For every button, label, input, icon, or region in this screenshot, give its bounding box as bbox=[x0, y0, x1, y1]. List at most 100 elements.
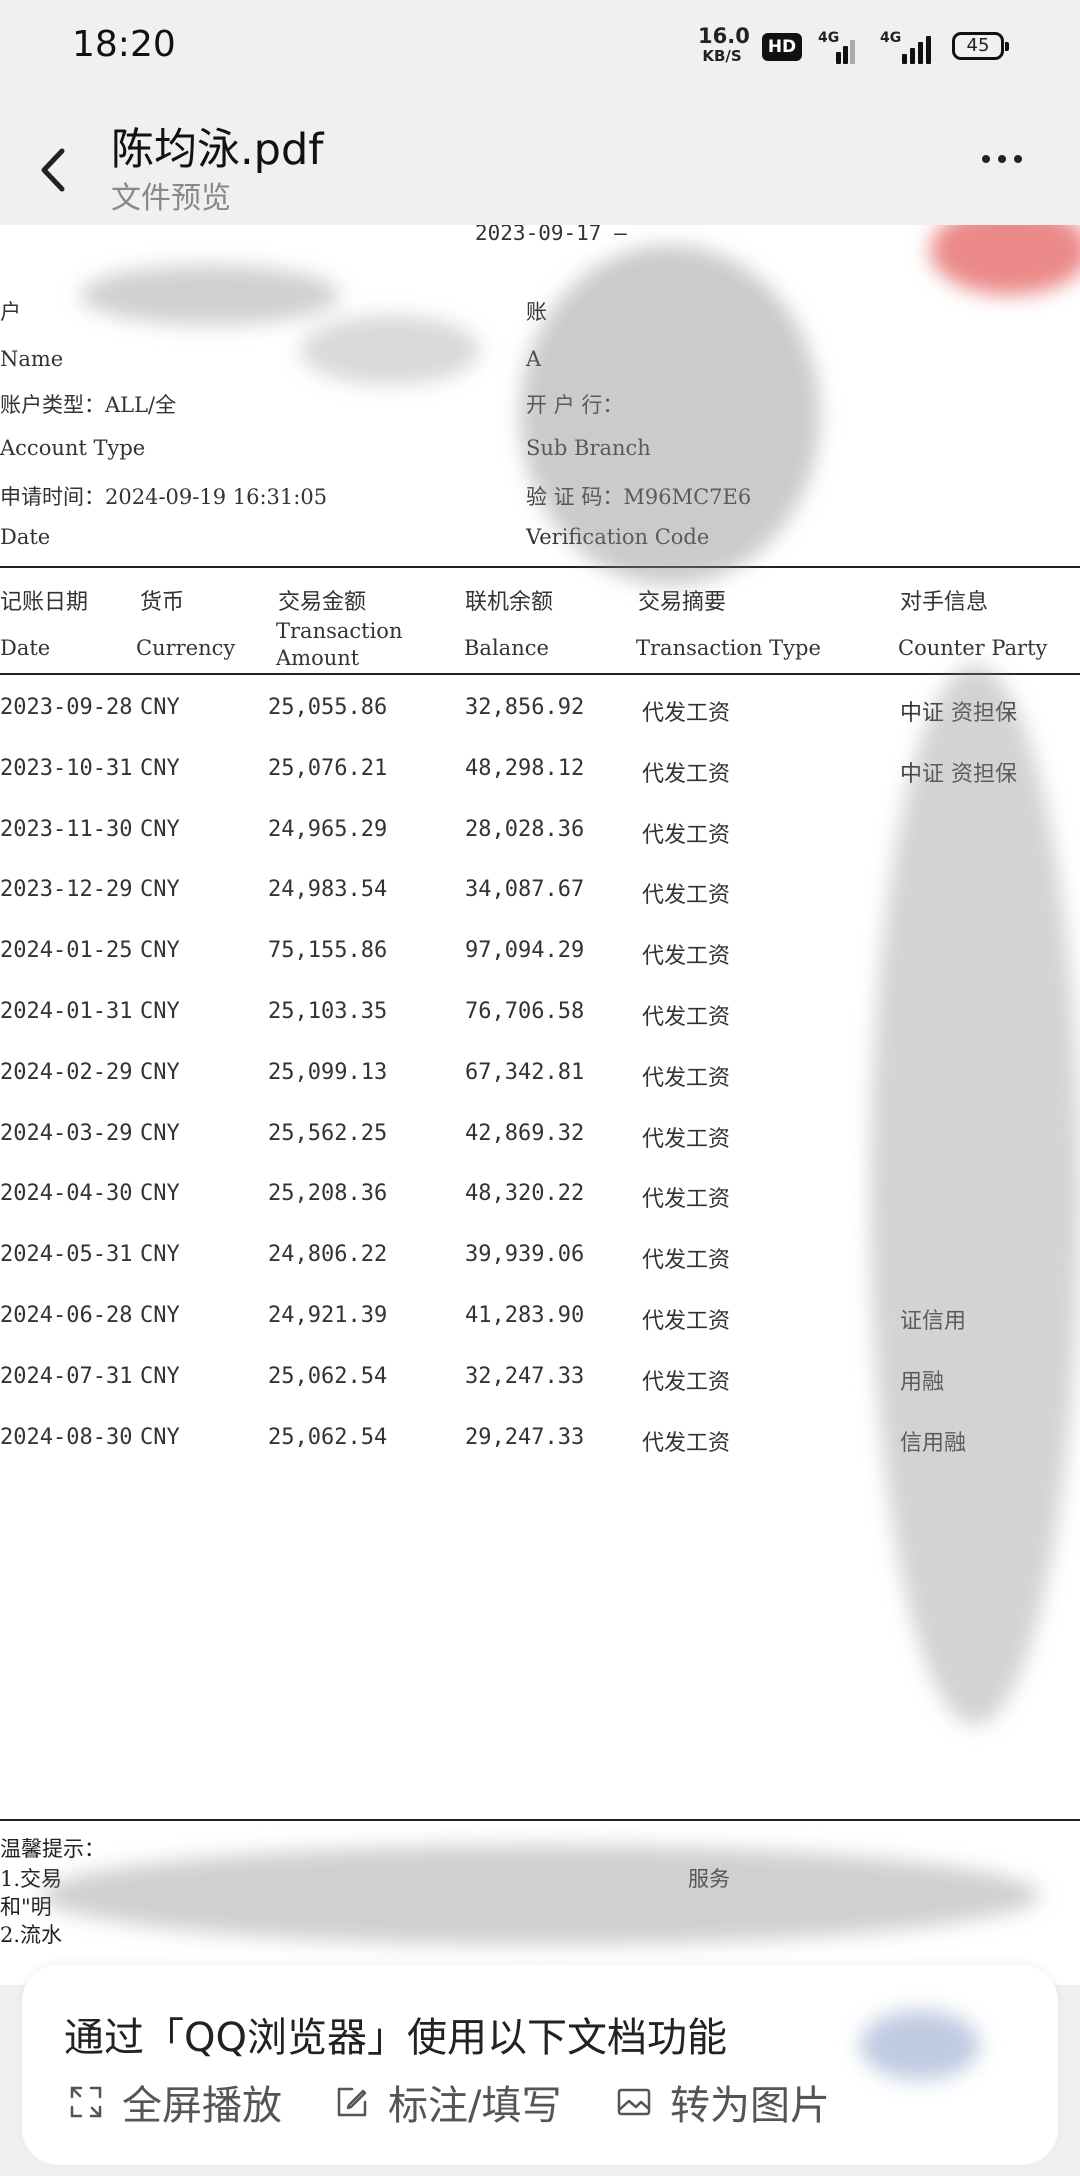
cell-type: 代发工资 bbox=[642, 944, 731, 970]
col-type-cn: 交易摘要 bbox=[638, 590, 727, 615]
fullscreen-play-label: 全屏播放 bbox=[122, 2083, 282, 2129]
cell-amount: 25,076.21 bbox=[268, 755, 388, 781]
file-subtitle: 文件预览 bbox=[111, 181, 231, 216]
cell-amount: 25,562.25 bbox=[268, 1120, 388, 1146]
edit-icon bbox=[334, 2084, 370, 2120]
redaction-smudge bbox=[40, 1845, 1040, 1945]
cell-balance: 41,283.90 bbox=[465, 1303, 585, 1328]
chevron-left-icon bbox=[41, 148, 65, 192]
cell-currency: CNY bbox=[140, 1120, 180, 1146]
cell-amount: 24,806.22 bbox=[268, 1242, 388, 1268]
redaction-smudge bbox=[520, 245, 820, 585]
cell-type: 代发工资 bbox=[642, 883, 731, 909]
cell-currency: CNY bbox=[140, 999, 180, 1024]
cell-balance: 48,298.12 bbox=[465, 755, 585, 781]
col-amount-en: Transaction Amount bbox=[276, 619, 403, 670]
cell-amount: 75,155.86 bbox=[268, 938, 388, 964]
network-speed-value: 16.0 bbox=[698, 24, 750, 48]
col-balance-en: Balance bbox=[464, 636, 549, 660]
status-time: 18:20 bbox=[72, 24, 176, 65]
cell-balance: 42,869.32 bbox=[465, 1120, 585, 1146]
redaction-smudge bbox=[80, 265, 340, 325]
cell-amount: 24,921.39 bbox=[268, 1303, 388, 1328]
image-icon bbox=[616, 2084, 652, 2120]
cell-balance: 39,939.06 bbox=[465, 1242, 585, 1268]
pdf-notes: 温馨提示： 1.交易 和"明 2.流水 服务 bbox=[0, 1815, 1080, 1985]
cell-amount: 25,062.54 bbox=[268, 1363, 388, 1389]
info-type-cn: 账户类型：ALL/全 bbox=[0, 393, 177, 417]
info-date-cn: 申请时间：2024-09-19 16:31:05 bbox=[0, 485, 328, 509]
notes-rule bbox=[0, 1819, 1080, 1821]
cell-balance: 29,247.33 bbox=[465, 1424, 585, 1450]
statement-period: 2023-09-17 — bbox=[475, 225, 627, 245]
cell-currency: CNY bbox=[140, 816, 180, 842]
cell-balance: 28,028.36 bbox=[465, 816, 585, 842]
cell-currency: CNY bbox=[140, 877, 180, 903]
cell-currency: CNY bbox=[140, 1181, 180, 1207]
cell-type: 代发工资 bbox=[642, 1005, 731, 1030]
promo-image bbox=[860, 2010, 980, 2080]
cell-date: 2024-01-25 bbox=[0, 938, 133, 964]
cell-currency: CNY bbox=[140, 1424, 180, 1450]
cell-amount: 25,208.36 bbox=[268, 1181, 388, 1207]
signal-icon-2: 4G bbox=[880, 30, 936, 64]
convert-to-image-button[interactable]: 转为图片 bbox=[616, 2077, 830, 2129]
back-button[interactable] bbox=[30, 135, 80, 205]
battery-icon: 45 bbox=[952, 32, 1009, 60]
cell-currency: CNY bbox=[140, 755, 180, 781]
network-speed-unit: KB/S bbox=[702, 47, 742, 65]
cell-date: 2024-07-31 bbox=[0, 1363, 133, 1389]
cell-balance: 67,342.81 bbox=[465, 1059, 585, 1085]
cell-amount: 25,103.35 bbox=[268, 999, 388, 1024]
hd-voice-icon: HD bbox=[762, 33, 802, 61]
cell-balance: 32,856.92 bbox=[465, 695, 585, 720]
info-name-en: Name bbox=[0, 347, 64, 371]
cell-date: 2024-02-29 bbox=[0, 1059, 133, 1085]
cell-date: 2023-10-31 bbox=[0, 755, 133, 781]
cell-balance: 76,706.58 bbox=[465, 999, 585, 1024]
col-balance-cn: 联机余额 bbox=[465, 590, 554, 615]
cell-date: 2024-05-31 bbox=[0, 1242, 133, 1268]
network-speed: 16.0 KB/S bbox=[698, 24, 750, 66]
col-currency-cn: 货币 bbox=[140, 590, 185, 615]
cell-type: 代发工资 bbox=[642, 1126, 731, 1152]
cell-balance: 32,247.33 bbox=[465, 1363, 585, 1389]
signal-label-1: 4G bbox=[818, 30, 840, 46]
col-type-en: Transaction Type bbox=[636, 636, 821, 660]
cell-type: 代发工资 bbox=[642, 1187, 731, 1213]
col-amount-cn: 交易金额 bbox=[278, 590, 367, 615]
cell-type: 代发工资 bbox=[642, 701, 731, 726]
cell-balance: 48,320.22 bbox=[465, 1181, 585, 1207]
cell-date: 2024-03-29 bbox=[0, 1120, 133, 1146]
info-date-en: Date bbox=[0, 525, 51, 549]
qq-browser-promo-sheet[interactable]: 通过「QQ浏览器」使用以下文档功能 全屏播放 标注/填写 转为图片 bbox=[22, 1965, 1058, 2165]
fullscreen-icon bbox=[68, 2084, 104, 2120]
cell-amount: 24,983.54 bbox=[268, 877, 388, 903]
signal-label-2: 4G bbox=[880, 30, 902, 46]
cell-amount: 25,099.13 bbox=[268, 1059, 388, 1085]
table-top-rule bbox=[0, 566, 1080, 568]
cell-balance: 34,087.67 bbox=[465, 877, 585, 903]
cell-amount: 24,965.29 bbox=[268, 816, 388, 842]
table-header-rule bbox=[0, 673, 1080, 675]
more-options-button[interactable] bbox=[972, 155, 1032, 175]
cell-date: 2024-06-28 bbox=[0, 1303, 133, 1328]
col-party-en: Counter Party bbox=[898, 636, 1048, 660]
cell-currency: CNY bbox=[140, 1363, 180, 1389]
cell-type: 代发工资 bbox=[642, 1248, 731, 1274]
cell-currency: CNY bbox=[140, 938, 180, 964]
promo-text: 通过「QQ浏览器」使用以下文档功能 bbox=[64, 2015, 727, 2061]
cell-type: 代发工资 bbox=[642, 1369, 731, 1395]
notes-title: 温馨提示： bbox=[0, 1837, 105, 1861]
fullscreen-play-button[interactable]: 全屏播放 bbox=[68, 2077, 282, 2129]
notes-line-3: 2.流水 bbox=[0, 1923, 63, 1947]
red-stamp bbox=[930, 225, 1080, 295]
col-party-cn: 对手信息 bbox=[900, 590, 989, 615]
cell-date: 2023-09-28 bbox=[0, 695, 133, 720]
annotate-fill-button[interactable]: 标注/填写 bbox=[334, 2077, 561, 2129]
pdf-page[interactable]: 2023-09-17 — 户 Name 账户类型：ALL/全 Account T… bbox=[0, 225, 1080, 1815]
signal-icon-1: 4G bbox=[818, 30, 858, 64]
cell-amount: 25,062.54 bbox=[268, 1424, 388, 1450]
cell-currency: CNY bbox=[140, 1303, 180, 1328]
info-name-cn: 户 bbox=[0, 300, 21, 324]
